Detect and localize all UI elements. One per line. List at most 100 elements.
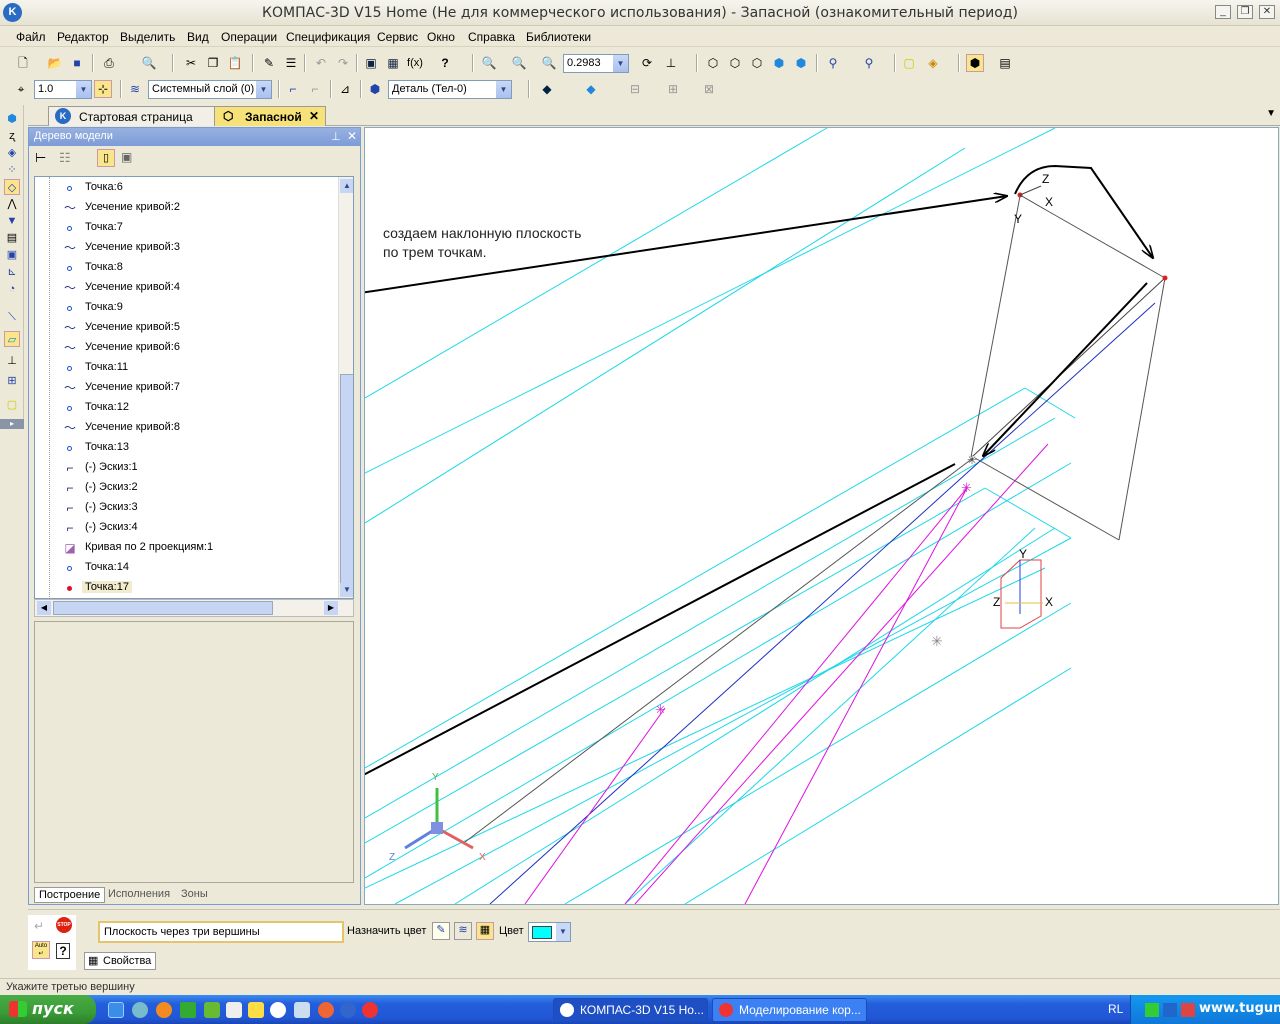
tree-item[interactable]: Точка:7: [35, 218, 340, 238]
utility-icon[interactable]: [180, 1002, 196, 1018]
orientation-icon[interactable]: ⊥: [662, 54, 680, 72]
scroll-left-icon[interactable]: ◀: [37, 601, 51, 615]
color-pick-icon[interactable]: ✎: [432, 922, 450, 940]
tree-item-selected[interactable]: Точка:17: [35, 578, 340, 598]
properties-icon[interactable]: ✎: [260, 54, 278, 72]
manager-icon[interactable]: ▣: [362, 54, 380, 72]
tray-flag-icon[interactable]: [1145, 1003, 1159, 1017]
sketch-icon[interactable]: ⌐: [284, 80, 302, 98]
tree-item[interactable]: 〜 Усечение кривой:8: [35, 418, 340, 438]
reports-icon[interactable]: ▣: [4, 247, 20, 263]
cut-icon[interactable]: ✂: [182, 54, 200, 72]
curve-point[interactable]: ✳: [961, 480, 972, 495]
tree-structure-icon[interactable]: ⊢: [35, 150, 46, 166]
control-point-icon[interactable]: ⊞: [4, 373, 20, 389]
wireframe-icon[interactable]: ⬡: [704, 54, 722, 72]
tab-reserve[interactable]: ⬡ Запасной ✕: [214, 106, 326, 126]
coordinate-system-icon[interactable]: ⌐: [306, 80, 324, 98]
tree-mode-icon[interactable]: ▯: [97, 149, 115, 167]
zoom-icon[interactable]: 🔍: [540, 54, 558, 72]
tree-item[interactable]: Точка:6: [35, 178, 340, 198]
snap-icon[interactable]: ⊹: [94, 80, 112, 98]
tray-network-icon[interactable]: [1163, 1003, 1177, 1017]
undo-icon[interactable]: ↶: [312, 54, 330, 72]
select-filter-icon[interactable]: ⚲: [860, 54, 878, 72]
list-icon[interactable]: ☰: [282, 54, 300, 72]
zone-icon[interactable]: ▢: [4, 397, 20, 413]
close-icon[interactable]: ✕: [347, 129, 357, 143]
color-object-icon[interactable]: ▦: [476, 922, 494, 940]
spec-tool-icon[interactable]: ▤: [4, 230, 20, 246]
filter-tool-icon[interactable]: ▼: [4, 213, 20, 229]
tree-item[interactable]: 〜 Усечение кривой:4: [35, 278, 340, 298]
vertex-point-3[interactable]: ✳: [967, 453, 977, 467]
menu-operations[interactable]: Операции: [221, 30, 277, 44]
preview-icon[interactable]: 🔍: [140, 54, 158, 72]
kompas-quick-icon[interactable]: [340, 1002, 356, 1018]
measure-tool-icon[interactable]: ⋀: [4, 196, 20, 212]
notepad-icon[interactable]: [226, 1002, 242, 1018]
surfaces-icon[interactable]: ◈: [4, 145, 20, 161]
tray-app-icon[interactable]: [1181, 1003, 1195, 1017]
tree-item[interactable]: Точка:12: [35, 398, 340, 418]
elements-icon[interactable]: ⊾: [4, 264, 20, 280]
tab-variants[interactable]: Исполнения: [104, 887, 174, 903]
tree-item[interactable]: Точка:8: [35, 258, 340, 278]
zoom-scale-combo[interactable]: 0.2983 ▼: [563, 54, 629, 73]
start-button[interactable]: пуск: [0, 995, 96, 1024]
tree-item[interactable]: 〜 Усечение кривой:7: [35, 378, 340, 398]
thin-lines-icon[interactable]: ⬡: [748, 54, 766, 72]
curve-point[interactable]: ✳: [655, 702, 666, 717]
auto-create-icon[interactable]: Auto ↵: [32, 941, 50, 959]
axis-icon[interactable]: ⟍: [4, 309, 20, 325]
zoom-all-icon[interactable]: 🔍: [510, 54, 528, 72]
tree-item[interactable]: ⌐ (-) Эскиз:4: [35, 518, 340, 538]
bend-icon[interactable]: ⊿: [336, 80, 354, 98]
stop-icon[interactable]: STOP: [56, 917, 72, 933]
plane-icon[interactable]: ▱: [4, 331, 20, 347]
spec-icon[interactable]: ▤: [996, 54, 1014, 72]
menu-service[interactable]: Сервис: [377, 30, 418, 44]
help-pointer-icon[interactable]: ?: [436, 54, 454, 72]
tree-item[interactable]: ⌐ (-) Эскиз:3: [35, 498, 340, 518]
mca-icon[interactable]: ⊟: [626, 80, 644, 98]
tree-item[interactable]: ⌐ (-) Эскиз:2: [35, 478, 340, 498]
tree-vscroll[interactable]: ▲ ▼: [338, 177, 353, 598]
filter-icon[interactable]: ⚲: [824, 54, 842, 72]
rotate-icon[interactable]: ⟳: [638, 54, 656, 72]
messenger-icon[interactable]: [132, 1002, 148, 1018]
menu-libraries[interactable]: Библиотеки: [526, 30, 591, 44]
open-folder-icon[interactable]: 📂: [46, 54, 64, 72]
folder-icon[interactable]: [248, 1002, 264, 1018]
close-button[interactable]: ✕: [1259, 5, 1275, 19]
tree-item[interactable]: 〜 Усечение кривой:3: [35, 238, 340, 258]
halftone-icon[interactable]: ⬢: [770, 54, 788, 72]
material-icon[interactable]: ◆: [538, 80, 556, 98]
measure-icon[interactable]: ⊞: [664, 80, 682, 98]
help-icon[interactable]: ?: [56, 943, 70, 959]
language-indicator[interactable]: RL: [1108, 1002, 1123, 1016]
app-icon[interactable]: [204, 1002, 220, 1018]
minimize-button[interactable]: _: [1215, 5, 1231, 19]
tree-item[interactable]: Точка:9: [35, 298, 340, 318]
tab-construction[interactable]: Построение: [34, 887, 106, 903]
tree-item[interactable]: 〜 Усечение кривой:2: [35, 198, 340, 218]
menu-specification[interactable]: Спецификация: [286, 30, 370, 44]
scroll-thumb[interactable]: [340, 374, 353, 584]
spatial-curves-icon[interactable]: ʐ: [4, 128, 20, 144]
sheet-metal-icon[interactable]: ◔: [4, 281, 20, 297]
detail-icon[interactable]: ⬢: [366, 80, 384, 98]
model-viewport[interactable]: ✳ ✳ ✳ ✳ Z X Y Y X Z Y X Z создаем наклон…: [364, 127, 1279, 905]
create-object-icon[interactable]: ↵: [34, 919, 44, 933]
menu-window[interactable]: Окно: [427, 30, 455, 44]
layer-combo[interactable]: Системный слой (0) ▼: [148, 80, 272, 99]
redo-icon[interactable]: ↷: [334, 54, 352, 72]
halftone-edges-icon[interactable]: ⬢: [792, 54, 810, 72]
close-icon[interactable]: ✕: [309, 109, 319, 123]
hidden-lines-icon[interactable]: ⬡: [726, 54, 744, 72]
menu-editor[interactable]: Редактор: [57, 30, 109, 44]
pen-icon[interactable]: [294, 1002, 310, 1018]
firefox-icon[interactable]: [156, 1002, 172, 1018]
save-icon[interactable]: ■: [68, 54, 86, 72]
coord-tool-icon[interactable]: ⊥: [4, 353, 20, 369]
